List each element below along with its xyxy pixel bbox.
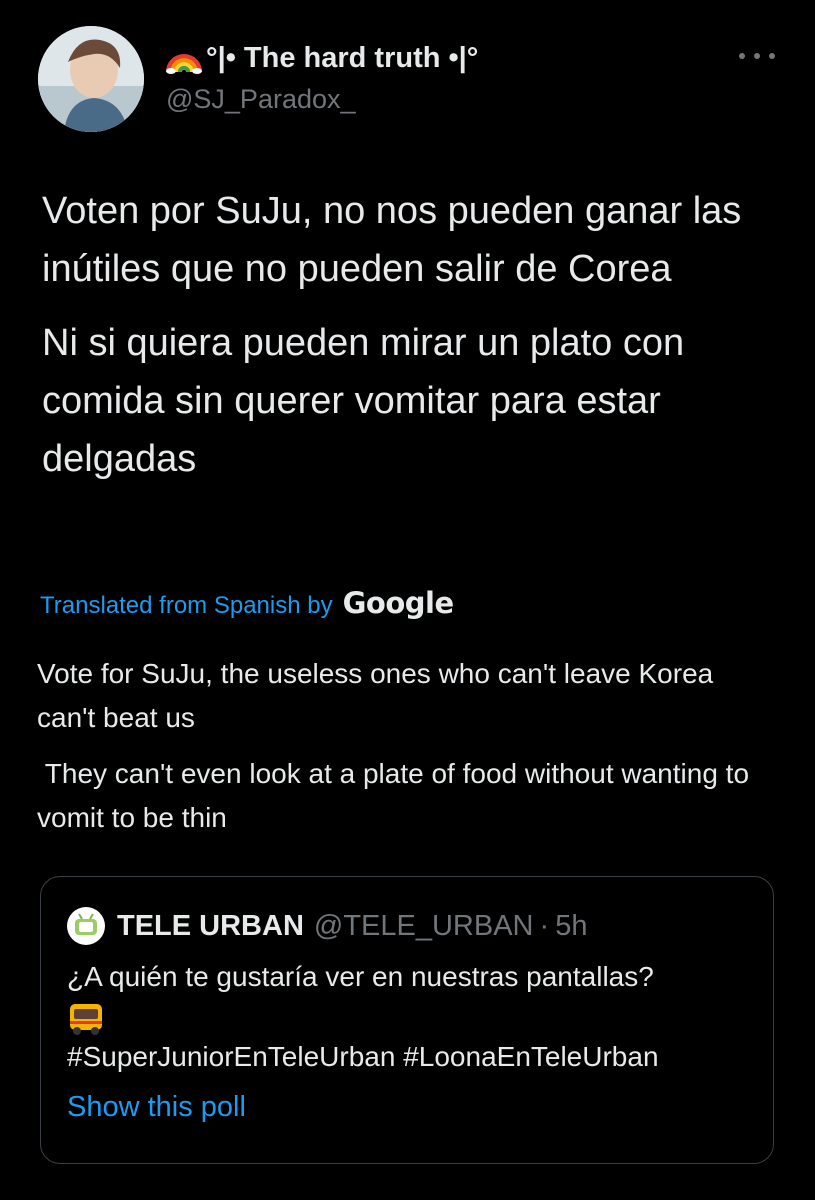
more-options-icon[interactable]	[739, 46, 775, 66]
bus-icon	[67, 1001, 105, 1037]
author-avatar[interactable]	[38, 26, 144, 132]
tele-urban-logo-icon	[67, 907, 105, 945]
rainbow-icon	[166, 44, 202, 74]
quoted-author-handle: @TELE_URBAN	[313, 909, 534, 942]
show-poll-link[interactable]: Show this poll	[67, 1091, 246, 1124]
tweet: °|• The hard truth •|° @SJ_Paradox_ Vote…	[0, 0, 815, 1200]
quoted-tweet[interactable]: TELE URBAN @TELE_URBAN · 5h ¿A quién te …	[40, 876, 774, 1164]
quoted-hashtags: #SuperJuniorEnTeleUrban #LoonaEnTeleUrba…	[67, 1041, 659, 1072]
separator-dot: ·	[539, 909, 550, 942]
quoted-tweet-time: 5h	[555, 909, 588, 942]
quoted-tweet-header: TELE URBAN @TELE_URBAN · 5h	[67, 907, 587, 945]
quoted-author-name: TELE URBAN	[117, 909, 304, 942]
author-display-name[interactable]: °|• The hard truth •|°	[166, 42, 478, 75]
bus-emoji-line	[67, 997, 757, 1037]
author-handle[interactable]: @SJ_Paradox_	[166, 84, 356, 115]
tweet-text: Voten por SuJu, no nos pueden ganar las …	[42, 182, 802, 488]
tweet-paragraph: Voten por SuJu, no nos pueden ganar las …	[42, 190, 742, 290]
quoted-text-line: ¿A quién te gustaría ver en nuestras pan…	[67, 961, 654, 992]
tweet-paragraph: Ni si quiera pueden mirar un plato con c…	[42, 322, 685, 480]
author-name-text: °|• The hard truth •|°	[206, 42, 479, 74]
translated-paragraph: Vote for SuJu, the useless ones who can'…	[37, 658, 714, 733]
quoted-tweet-text: ¿A quién te gustaría ver en nuestras pan…	[67, 957, 757, 1077]
translated-paragraph: They can't even look at a plate of food …	[37, 758, 757, 833]
translated-label: Translated from Spanish by	[40, 592, 333, 619]
translation-attribution[interactable]: Translated from Spanish by Google	[40, 586, 454, 620]
translated-text: Vote for SuJu, the useless ones who can'…	[37, 652, 777, 840]
google-logo: Google	[342, 586, 455, 620]
